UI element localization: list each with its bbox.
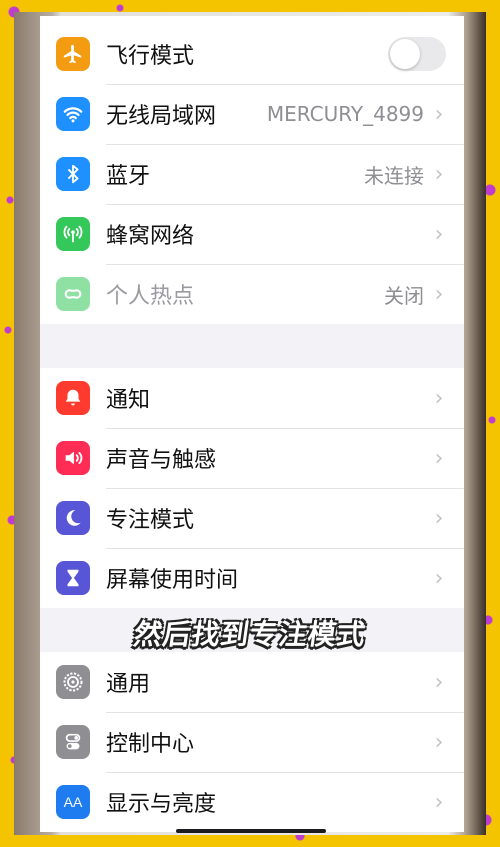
settings-row-wifi[interactable]: 无线局域网 MERCURY_4899 ›	[40, 84, 464, 144]
bluetooth-icon	[56, 157, 90, 191]
chevron-right-icon: ›	[434, 101, 444, 127]
hotspot-status: 关闭	[384, 283, 424, 308]
toggles-icon	[56, 725, 90, 759]
settings-row-notifications[interactable]: 通知 ›	[40, 368, 464, 428]
chevron-right-icon: ›	[434, 565, 444, 591]
home-indicator	[176, 829, 326, 833]
settings-row-cellular[interactable]: 蜂窝网络 ›	[40, 204, 464, 264]
settings-row-sounds-haptics[interactable]: 声音与触感 ›	[40, 428, 464, 488]
settings-row-focus[interactable]: 专注模式 ›	[40, 488, 464, 548]
moon-icon	[56, 501, 90, 535]
airplane-icon	[56, 37, 90, 71]
top-edge	[40, 16, 464, 24]
chevron-right-icon: ›	[434, 161, 444, 187]
settings-row-screen-time[interactable]: 屏幕使用时间 ›	[40, 548, 464, 608]
settings-row-control-center[interactable]: 控制中心 ›	[40, 712, 464, 772]
speaker-icon	[56, 441, 90, 475]
chevron-right-icon: ›	[434, 221, 444, 247]
notifications-group: 通知 › 声音与触感 › 专注模式 › 屏幕使用时间 ›	[40, 368, 464, 608]
group-separator	[40, 324, 464, 368]
bluetooth-status: 未连接	[364, 163, 424, 188]
settings-row-general[interactable]: 通用 ›	[40, 652, 464, 712]
settings-row-label: 屏幕使用时间	[106, 568, 239, 593]
toggle-knob	[390, 39, 420, 69]
settings-row-label: 专注模式	[106, 508, 195, 533]
chevron-right-icon: ›	[434, 729, 444, 755]
cellular-icon	[56, 217, 90, 251]
chevron-right-icon: ›	[434, 505, 444, 531]
hourglass-icon	[56, 561, 90, 595]
settings-row-label: 无线局域网	[106, 104, 217, 129]
settings-row-display-brightness[interactable]: AA 显示与亮度 ›	[40, 772, 464, 832]
settings-row-label: 通用	[106, 672, 151, 697]
chevron-right-icon: ›	[434, 789, 444, 815]
settings-screen: 飞行模式 无线局域网 MERCURY_4899 › 蓝牙 未连接 › 蜂窝网络 …	[40, 16, 464, 832]
settings-row-label: 个人热点	[106, 284, 195, 309]
settings-row-label: 蜂窝网络	[106, 224, 195, 249]
gear-icon	[56, 665, 90, 699]
chevron-right-icon: ›	[434, 445, 444, 471]
airplane-mode-toggle[interactable]	[388, 37, 446, 71]
text-size-icon: AA	[56, 785, 90, 819]
settings-row-label: 飞行模式	[106, 44, 195, 69]
settings-row-label: 声音与触感	[106, 448, 217, 473]
settings-row-bluetooth[interactable]: 蓝牙 未连接 ›	[40, 144, 464, 204]
settings-row-personal-hotspot[interactable]: 个人热点 关闭 ›	[40, 264, 464, 324]
chevron-right-icon: ›	[434, 669, 444, 695]
wifi-icon	[56, 97, 90, 131]
hotspot-icon	[56, 277, 90, 311]
settings-row-label: 蓝牙	[106, 164, 151, 189]
general-group: 通用 › 控制中心 › AA 显示与亮度 ›	[40, 652, 464, 832]
chevron-right-icon: ›	[434, 281, 444, 307]
settings-row-label: 通知	[106, 388, 151, 413]
settings-row-label: 显示与亮度	[106, 792, 217, 817]
video-caption-overlay: 然后找到专注模式	[131, 618, 369, 651]
chevron-right-icon: ›	[434, 385, 444, 411]
wifi-network-name: MERCURY_4899	[266, 102, 424, 126]
settings-row-airplane-mode[interactable]: 飞行模式	[40, 24, 464, 84]
connectivity-group: 飞行模式 无线局域网 MERCURY_4899 › 蓝牙 未连接 › 蜂窝网络 …	[40, 24, 464, 324]
notification-bell-icon	[56, 381, 90, 415]
settings-row-label: 控制中心	[106, 732, 195, 757]
